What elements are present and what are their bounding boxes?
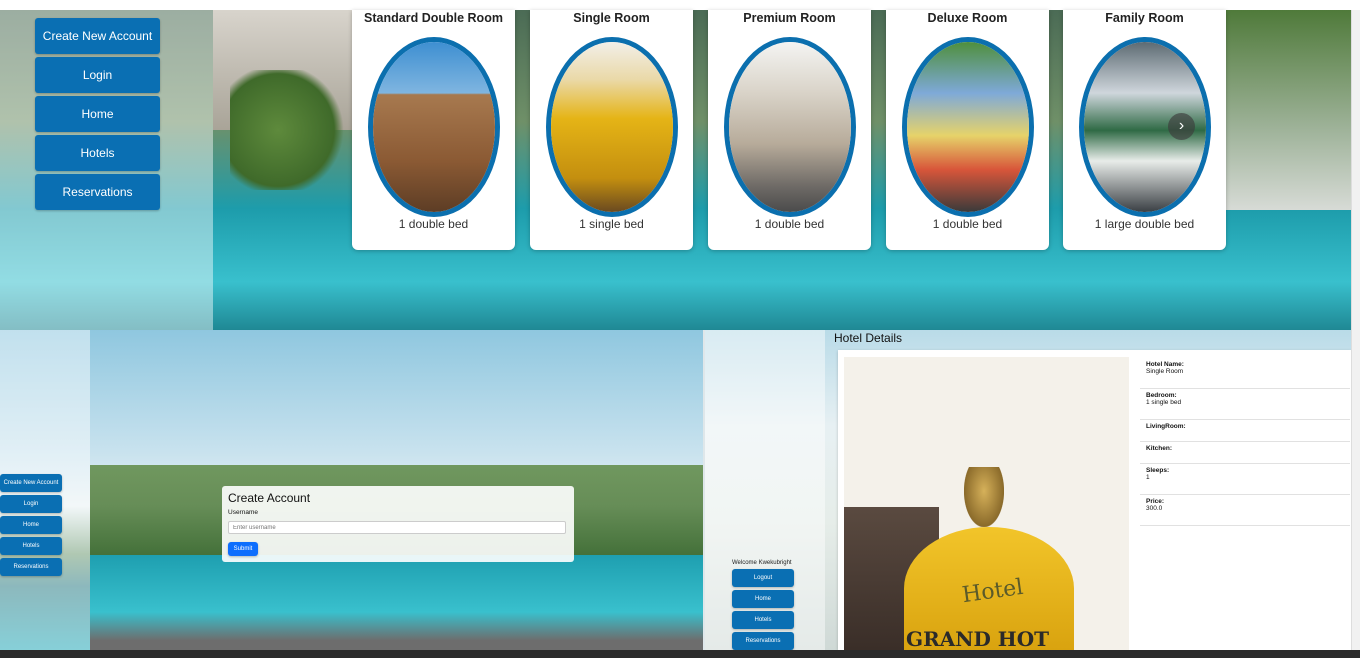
building-photo [729,42,851,212]
detail-bedroom: Bedroom: 1 single bed [1140,389,1350,420]
room-card-title: Premium Room [743,11,836,25]
nav-home-button[interactable]: Home [0,516,62,534]
room-image [546,37,678,217]
detail-label: LivingRoom: [1146,423,1186,430]
nav-hotels-button[interactable]: Hotels [35,135,160,171]
room-image [368,37,500,217]
taskbar [0,650,1360,658]
username-input[interactable] [228,521,566,534]
room-card-bed: 1 single bed [579,217,644,231]
detail-price: Price: 300.0 [1140,495,1350,526]
detail-value: 1 single bed [1146,399,1182,406]
nav-reservations-button[interactable]: Reservations [732,632,794,650]
chevron-right-icon[interactable]: › [1168,113,1195,140]
statue-shape [964,467,1004,527]
detail-value: Single Room [1146,368,1184,375]
nav-home-button[interactable]: Home [732,590,794,608]
building-photo [551,42,673,212]
room-card-title: Deluxe Room [927,11,1008,25]
detail-kitchen: Kitchen: [1140,442,1350,464]
room-card-bed: 1 double bed [932,217,1003,231]
nav-reservations-button[interactable]: Reservations [0,558,62,576]
nav-login-button[interactable]: Login [35,57,160,93]
room-card-title: Single Room [573,11,650,25]
hotel-details-heading: Hotel Details [834,331,903,345]
building-photo [373,42,495,212]
detail-livingroom: LivingRoom: [1140,420,1350,442]
nav-create-account-button[interactable]: Create New Account [35,18,160,54]
room-card-bed: 1 large double bed [1094,217,1195,231]
detail-value: 1 [1146,474,1150,481]
room-card-title: Standard Double Room [364,11,503,25]
detail-label: Kitchen: [1146,445,1172,452]
background-pool [90,555,703,650]
background-trees [230,70,350,190]
vertical-scrollbar[interactable] [1351,10,1360,650]
welcome-text: Welcome Kwekubright [732,560,792,566]
room-card-deluxe[interactable]: Deluxe Room 1 double bed [886,10,1049,250]
room-card-premium[interactable]: Premium Room 1 double bed [708,10,871,250]
room-image [724,37,856,217]
sign-text-bottom: GRAND HOT [906,627,1050,650]
create-account-form: Create Account Username Submit [222,486,574,562]
room-card-family[interactable]: Family Room 1 large double bed [1063,10,1226,250]
room-card-standard-double[interactable]: Standard Double Room 1 double bed [352,10,515,250]
username-label: Username [228,509,258,516]
nav-reservations-button[interactable]: Reservations [35,174,160,210]
logout-button[interactable]: Logout [732,569,794,587]
nav-home-button[interactable]: Home [35,96,160,132]
nav-create-account-button[interactable]: Create New Account [0,474,62,492]
submit-button[interactable]: Submit [228,542,258,556]
room-card-bed: 1 double bed [398,217,469,231]
detail-label: Price: [1146,498,1165,505]
building-photo [907,42,1029,212]
room-card-bed: 1 double bed [754,217,825,231]
room-image [902,37,1034,217]
hotel-image: Hotel GRAND HOT [844,357,1129,650]
detail-sleeps: Sleeps: 1 [1140,464,1350,495]
background-trees-right [1226,10,1351,210]
nav-hotels-button[interactable]: Hotels [732,611,794,629]
form-title: Create Account [228,491,311,505]
detail-label: Sleeps: [1146,467,1170,474]
room-card-title: Family Room [1105,11,1184,25]
detail-value: 300.0 [1146,505,1163,512]
nav-hotels-button[interactable]: Hotels [0,537,62,555]
detail-hotel-name: Hotel Name: Single Room [1140,358,1350,389]
detail-label: Bedroom: [1146,392,1177,399]
room-card-single[interactable]: Single Room 1 single bed [530,10,693,250]
nav-login-button[interactable]: Login [0,495,62,513]
detail-label: Hotel Name: [1146,361,1184,368]
